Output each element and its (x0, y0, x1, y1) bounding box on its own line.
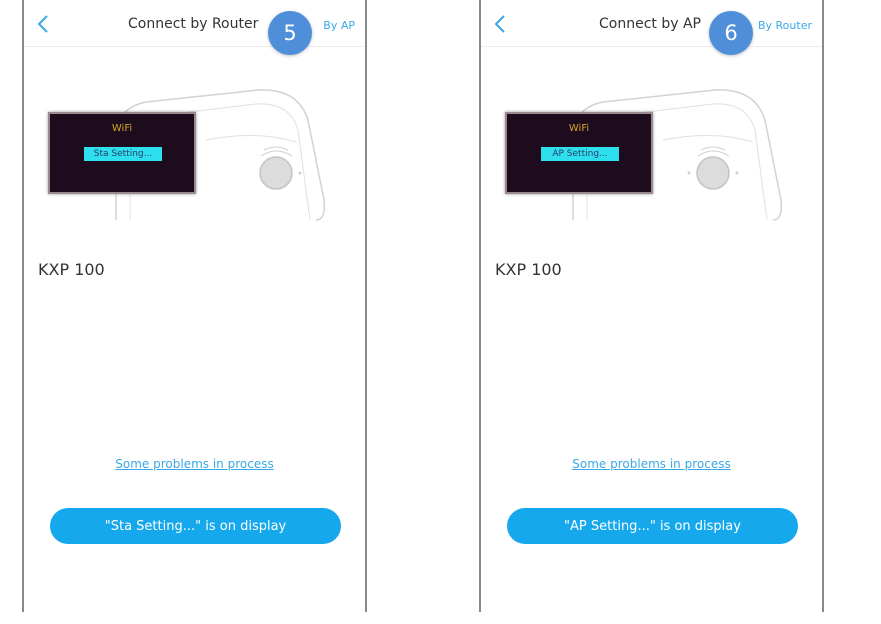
problems-help-link[interactable]: Some problems in process (481, 457, 822, 471)
nav-header: Connect by Router By AP (24, 0, 365, 47)
lcd-wifi-label: WiFi (111, 123, 133, 134)
display-confirm-button[interactable]: "Sta Setting..." is on display (50, 508, 341, 544)
lcd-mode-text: AP Setting... (541, 147, 619, 161)
page-title: Connect by Router (128, 16, 259, 32)
step-badge: 5 (268, 11, 312, 55)
device-lcd-display: WiFi Sta Setting... (48, 112, 196, 194)
chevron-left-icon[interactable] (493, 14, 507, 34)
step-badge: 6 (709, 11, 753, 55)
lcd-wifi-label: WiFi (568, 123, 590, 134)
phone-screen-connect-by-ap: Connect by AP By Router 6 WiFi AP Settin… (479, 0, 824, 612)
device-lcd-display: WiFi AP Setting... (505, 112, 653, 194)
chevron-left-icon[interactable] (36, 14, 50, 34)
phone-screen-connect-by-router: Connect by Router By AP 5 WiFi Sta Setti… (22, 0, 367, 612)
problems-help-link[interactable]: Some problems in process (24, 457, 365, 471)
lcd-mode-text: Sta Setting... (84, 147, 162, 161)
display-confirm-button[interactable]: "AP Setting..." is on display (507, 508, 798, 544)
device-model-name: KXP 100 (495, 260, 562, 279)
nav-header: Connect by AP By Router (481, 0, 822, 47)
device-model-name: KXP 100 (38, 260, 105, 279)
switch-mode-link[interactable]: By Router (758, 19, 812, 32)
page-title: Connect by AP (599, 16, 701, 32)
switch-mode-link[interactable]: By AP (323, 19, 355, 32)
